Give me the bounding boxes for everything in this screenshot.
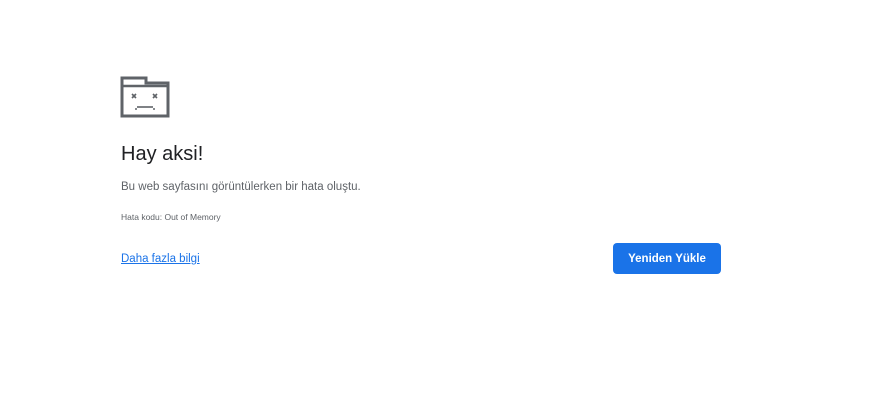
error-page: Hay aksi! Bu web sayfasını görüntülerken… xyxy=(0,0,892,404)
error-message: Bu web sayfasını görüntülerken bir hata … xyxy=(121,181,361,193)
error-code: Hata kodu: Out of Memory xyxy=(121,212,221,222)
learn-more-link[interactable]: Daha fazla bilgi xyxy=(121,251,200,267)
sad-tab-icon xyxy=(120,76,170,118)
page-title: Hay aksi! xyxy=(121,143,204,165)
reload-button[interactable]: Yeniden Yükle xyxy=(613,243,721,274)
